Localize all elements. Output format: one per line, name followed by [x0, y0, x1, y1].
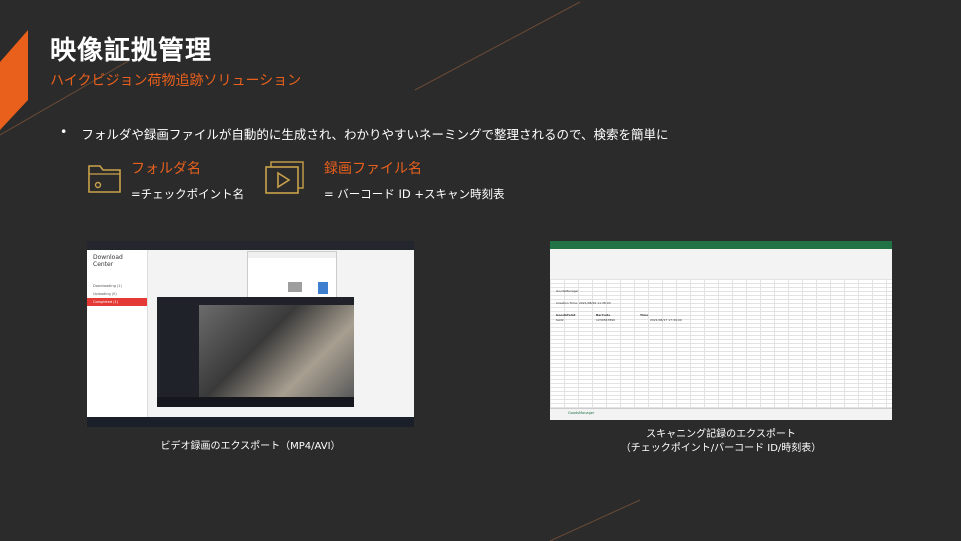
caption-scan-export: スキャニング記録のエクスポート （チェックポイント/バーコード ID/時刻表）	[550, 428, 892, 456]
cell-header-barcode: BarCode	[596, 313, 611, 317]
caption-video-export: ビデオ録画のエクスポート（MP4/AVI）	[160, 441, 341, 452]
cell-header-time: Time	[640, 313, 649, 317]
excel-grid: GoodsManager Creation Time: 2021/08/26 1…	[550, 279, 892, 409]
download-sidebar: Download Center Downloading (1) Uploadin…	[87, 250, 148, 417]
deco-line-bottom	[549, 499, 641, 541]
player-controls	[157, 397, 354, 407]
feature-desc: =チェックポイント名	[131, 187, 245, 201]
cell-goodspoint: test2	[556, 318, 564, 322]
bullet-item: • フォルダや録画ファイルが自動的に生成され、わかりやすいネーミングで整理される…	[60, 124, 669, 143]
sheet-tab: GoodsManager	[568, 411, 595, 415]
feature-recording-file-name: 録画ファイル名 = バーコード ID +スキャン時刻表	[262, 158, 504, 202]
video-frame	[199, 305, 354, 397]
caption-scan-line1: スキャニング記録のエクスポート	[646, 429, 796, 440]
download-center-screenshot: Download Center Downloading (1) Uploadin…	[87, 241, 414, 427]
page-title: 映像証拠管理	[50, 36, 213, 66]
video-player-window	[157, 297, 354, 407]
cell-header-goodspoint: GoodsPoint	[556, 313, 576, 317]
folder-icon	[88, 165, 121, 193]
sidebar-item-uploading: Uploading (0)	[93, 292, 117, 296]
excel-ribbon	[550, 249, 892, 280]
excel-screenshot: GoodsManager Creation Time: 2021/08/26 1…	[550, 241, 892, 420]
window-titlebar	[87, 241, 414, 250]
window-title: Download Center	[93, 254, 123, 268]
orange-accent-shape	[0, 30, 28, 130]
cell-barcode: 1234567890	[596, 318, 616, 322]
sidebar-item-completed: Completed (1)	[87, 298, 147, 306]
cell-sheet-name: GoodsManager	[556, 289, 579, 293]
feature-desc: = バーコード ID +スキャン時刻表	[324, 187, 505, 201]
video-file-icon	[265, 161, 304, 194]
cell-time: 2021/08/17 17:30:00	[650, 318, 682, 322]
excel-statusbar: GoodsManager	[550, 408, 892, 420]
caption-scan-line2: （チェックポイント/バーコード ID/時刻表）	[620, 443, 822, 454]
feature-label: 録画ファイル名	[324, 161, 422, 177]
sidebar-item-downloading: Downloading (1)	[93, 284, 122, 288]
bullet-marker: •	[60, 124, 68, 139]
page-subtitle: ハイクビジョン荷物追跡ソリューション	[50, 73, 302, 89]
deco-line-top	[414, 1, 581, 91]
excel-titlebar	[550, 241, 892, 249]
feature-label: フォルダ名	[131, 161, 201, 177]
file-explorer-window	[247, 251, 337, 301]
windows-taskbar	[87, 417, 414, 427]
cell-creation-time: Creation Time: 2021/08/26 11:38:03	[556, 301, 611, 305]
feature-folder-name: フォルダ名 =チェックポイント名	[85, 158, 244, 202]
bullet-text: フォルダや録画ファイルが自動的に生成され、わかりやすいネーミングで整理されるので…	[81, 127, 669, 142]
